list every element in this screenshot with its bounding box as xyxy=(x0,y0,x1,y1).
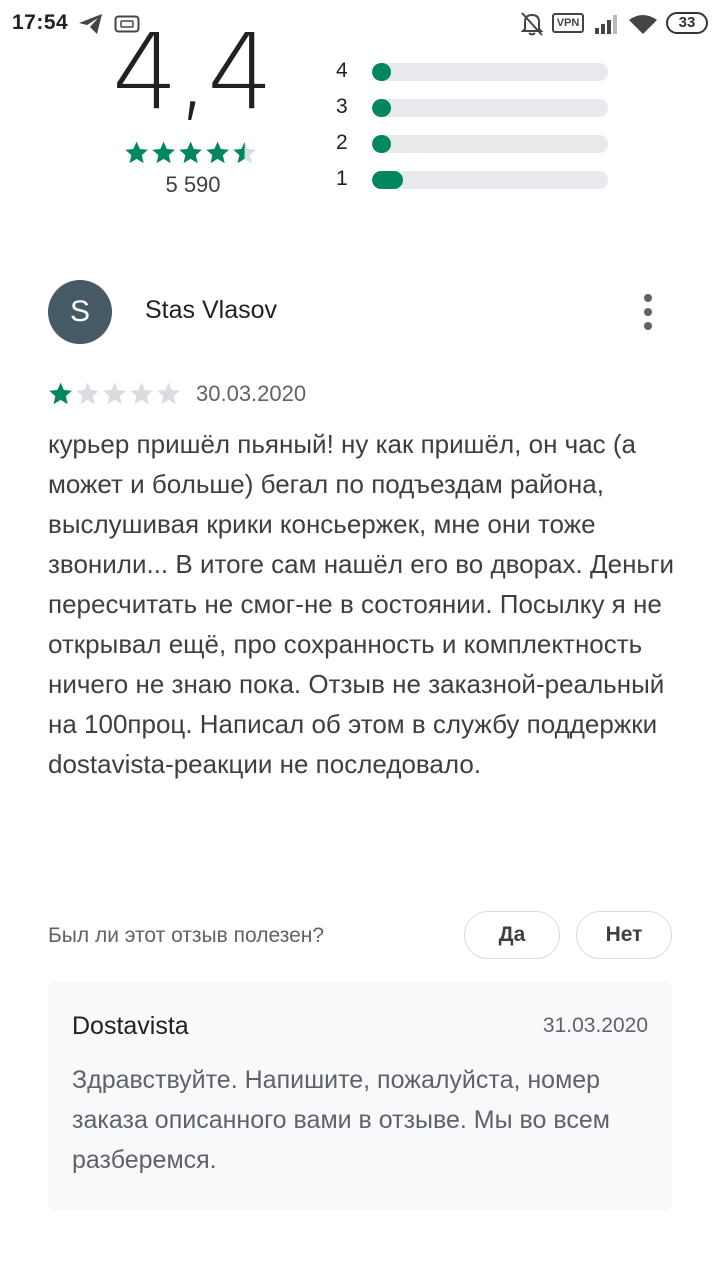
histogram-bar xyxy=(372,99,608,117)
avatar[interactable]: S xyxy=(48,280,112,344)
telegram-icon xyxy=(79,14,102,34)
star-icon xyxy=(49,382,72,405)
review-text: курьер пришёл пьяный! ну как пришёл, он … xyxy=(48,429,674,779)
review-stars xyxy=(49,382,180,405)
histogram-fill xyxy=(372,99,391,117)
status-time: 17:54 xyxy=(12,11,69,34)
star-icon xyxy=(103,382,126,405)
histogram-fill xyxy=(372,171,403,189)
mute-icon xyxy=(520,12,544,36)
developer-name: Dostavista xyxy=(72,1012,189,1040)
status-bar: 17:54 VPN 33 xyxy=(0,0,720,48)
histogram-bar xyxy=(372,63,608,81)
average-rating: 4,4 xyxy=(112,11,273,133)
star-icon xyxy=(152,141,175,164)
histogram-bar xyxy=(372,171,608,189)
helpful-no-button[interactable]: Нет xyxy=(576,911,672,959)
more-options-icon[interactable] xyxy=(636,292,660,332)
star-icon xyxy=(233,141,256,164)
wifi-icon xyxy=(629,15,657,34)
battery-icon: 33 xyxy=(666,12,708,34)
review-author: Stas Vlasov xyxy=(145,296,278,324)
histogram-label: 4 xyxy=(336,59,348,82)
star-icon xyxy=(76,382,99,405)
star-icon xyxy=(179,141,202,164)
star-icon xyxy=(125,141,148,164)
rating-count: 5 590 xyxy=(165,172,221,197)
helpful-yes-button[interactable]: Да xyxy=(464,911,560,959)
signal-icon xyxy=(595,15,617,34)
star-icon xyxy=(157,382,180,405)
star-icon xyxy=(130,382,153,405)
average-stars xyxy=(125,141,256,164)
histogram-label: 1 xyxy=(336,167,348,190)
developer-reply: Dostavista 31.03.2020 Здравствуйте. Напи… xyxy=(48,982,672,1210)
reply-text: Здравствуйте. Напишите, пожалуйста, номе… xyxy=(72,1066,610,1174)
histogram-bar xyxy=(372,135,608,153)
vpn-icon: VPN xyxy=(552,13,584,33)
histogram-label: 3 xyxy=(336,95,348,118)
histogram-label: 2 xyxy=(336,131,348,154)
helpful-question: Был ли этот отзыв полезен? xyxy=(48,924,325,947)
review-date: 30.03.2020 xyxy=(196,381,307,406)
reply-date: 31.03.2020 xyxy=(542,1014,648,1037)
star-icon xyxy=(206,141,229,164)
histogram-fill xyxy=(372,63,391,81)
histogram-fill xyxy=(372,135,391,153)
